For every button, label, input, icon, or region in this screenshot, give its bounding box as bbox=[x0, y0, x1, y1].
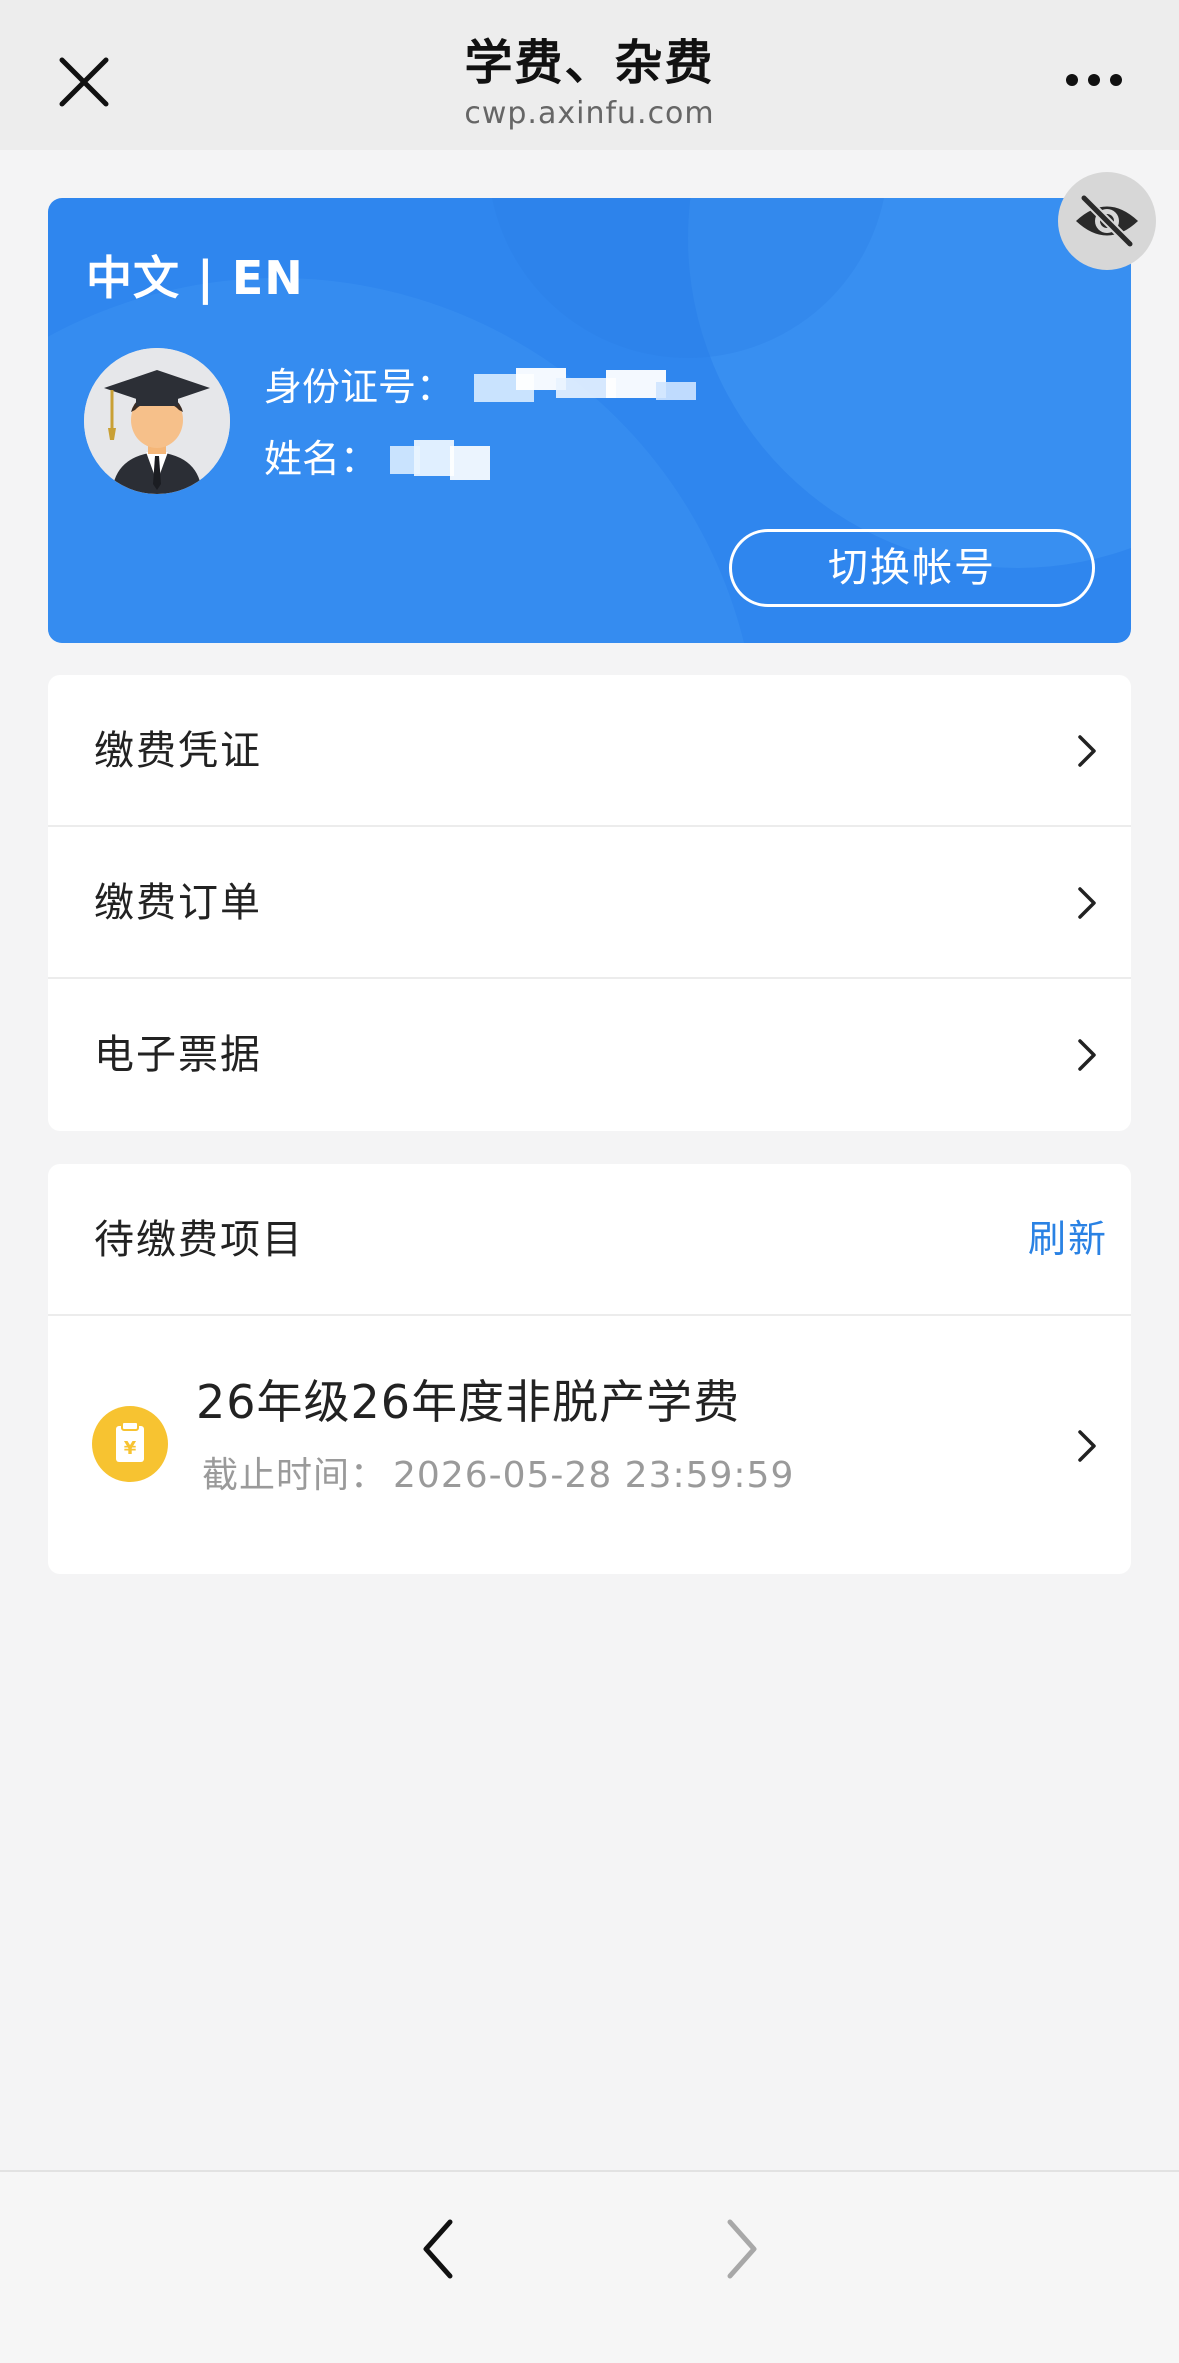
fee-item-deadline: 截止时间： 2026-05-28 23:59:59 bbox=[196, 1446, 794, 1498]
nav-forward-button[interactable] bbox=[722, 2216, 762, 2282]
name-label: 姓名： bbox=[264, 437, 379, 481]
name-row: 姓名： bbox=[264, 428, 500, 484]
menu-item-payment-voucher[interactable]: 缴费凭证 bbox=[48, 675, 1131, 827]
chevron-right-icon bbox=[1078, 1039, 1096, 1071]
top-nav-bar: 学费、杂费 cwp.axinfu.com bbox=[0, 0, 1179, 150]
chevron-right-icon bbox=[727, 2219, 757, 2279]
svg-text:¥: ¥ bbox=[124, 1438, 137, 1459]
refresh-button[interactable]: 刷新 bbox=[1028, 1164, 1108, 1314]
profile-card: 中文 | EN 身份证号： 姓名： 切换帐号 bbox=[48, 198, 1131, 643]
deadline-value: 2026-05-28 23:59:59 bbox=[393, 1455, 795, 1496]
page-domain: cwp.axinfu.com bbox=[464, 96, 715, 131]
eye-off-icon bbox=[1076, 193, 1138, 249]
page: 学费、杂费 cwp.axinfu.com 中文 | EN 身份证号： 姓名： 切… bbox=[0, 0, 1179, 2363]
id-number-row: 身份证号： bbox=[264, 356, 706, 412]
chevron-right-icon bbox=[1078, 735, 1096, 767]
page-title: 学费、杂费 bbox=[464, 35, 715, 91]
menu-item-label: 缴费订单 bbox=[94, 880, 262, 926]
more-dots-icon bbox=[1066, 74, 1122, 86]
bottom-nav-bar bbox=[0, 2170, 1179, 2363]
pending-header: 待缴费项目 刷新 bbox=[48, 1164, 1131, 1316]
avatar bbox=[84, 348, 230, 494]
fee-item-name: 26年级26年度非脱产学费 bbox=[196, 1375, 741, 1429]
language-toggle[interactable]: 中文 | EN bbox=[86, 242, 304, 308]
redacted-id-value bbox=[466, 367, 706, 412]
menu-item-e-invoice[interactable]: 电子票据 bbox=[48, 979, 1131, 1131]
title-block: 学费、杂费 cwp.axinfu.com bbox=[0, 30, 1179, 132]
menu-item-label: 电子票据 bbox=[94, 1032, 262, 1078]
pending-title: 待缴费项目 bbox=[94, 1217, 304, 1263]
pending-payments-card: 待缴费项目 刷新 ¥ 26年级26年度非脱产学费 截止时间： 2026-05-28… bbox=[48, 1164, 1131, 1574]
pending-fee-item[interactable]: ¥ 26年级26年度非脱产学费 截止时间： 2026-05-28 23:59:59 bbox=[48, 1318, 1131, 1572]
privacy-toggle-button[interactable] bbox=[1058, 172, 1156, 270]
fee-clipboard-yen-icon: ¥ bbox=[92, 1406, 168, 1482]
chevron-right-icon bbox=[1078, 887, 1096, 919]
menu-item-payment-orders[interactable]: 缴费订单 bbox=[48, 827, 1131, 979]
redacted-name-value bbox=[390, 439, 500, 484]
chevron-left-icon bbox=[423, 2219, 453, 2279]
chevron-right-icon bbox=[1078, 1430, 1096, 1462]
more-button[interactable] bbox=[1064, 68, 1124, 92]
switch-account-button[interactable]: 切换帐号 bbox=[729, 529, 1095, 607]
menu-list: 缴费凭证 缴费订单 电子票据 bbox=[48, 675, 1131, 1131]
nav-back-button[interactable] bbox=[418, 2216, 458, 2282]
id-label: 身份证号： bbox=[264, 365, 455, 409]
graduate-avatar-icon bbox=[84, 348, 230, 494]
deadline-label: 截止时间： bbox=[202, 1455, 388, 1496]
menu-item-label: 缴费凭证 bbox=[94, 728, 262, 774]
